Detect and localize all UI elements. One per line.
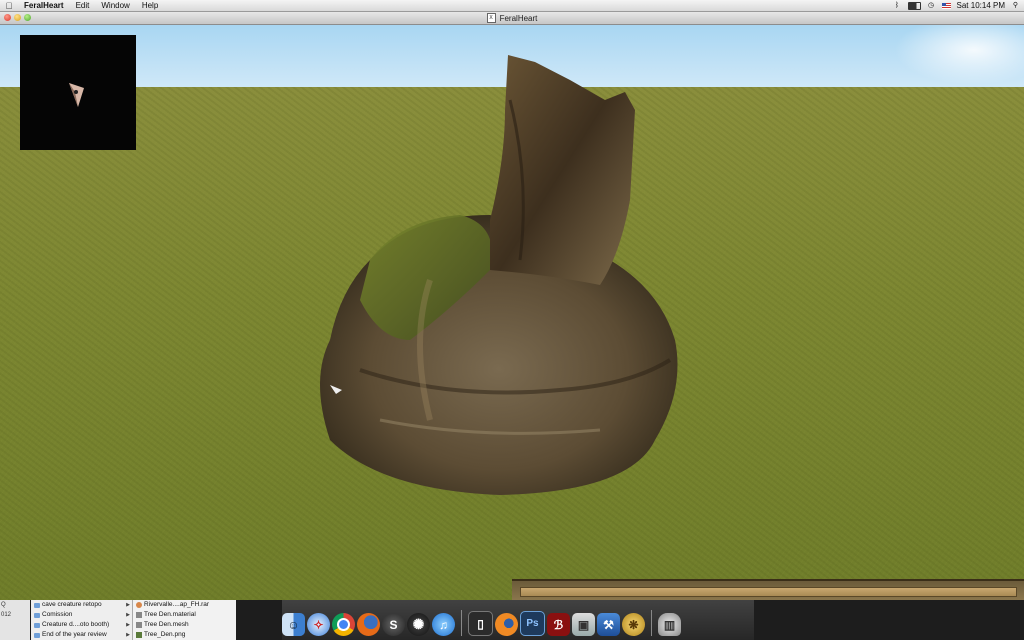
list-item[interactable]: Creature d....oto booth) ▶ (31, 620, 132, 630)
list-item[interactable]: Q (0, 600, 30, 610)
folder-icon (34, 612, 40, 618)
minimap[interactable] (20, 35, 136, 150)
flag-icon[interactable] (941, 2, 951, 9)
skype-icon[interactable]: S (382, 613, 405, 636)
dock: ☺ ✧ S ✺ ♫ ▯ Ps ℬ ▣ ⚒ ❋ ▥ (282, 600, 754, 640)
cloud (894, 25, 1024, 85)
window-title: FeralHeart (499, 13, 538, 23)
image-file-icon (136, 632, 142, 638)
clock[interactable]: Sat 10:14 PM (957, 1, 1005, 10)
safari-icon[interactable]: ✧ (307, 613, 330, 636)
close-button[interactable] (4, 14, 11, 21)
list-item[interactable]: Rivervalle....ap_FH.rar (133, 600, 236, 610)
list-item[interactable] (0, 630, 30, 640)
firefox-icon[interactable] (357, 613, 380, 636)
minimize-button[interactable] (14, 14, 21, 21)
finder-column-2: cave creature retopo ▶ Comission ▶ Creatur… (31, 600, 133, 640)
pdf-icon[interactable]: ℬ (547, 613, 570, 636)
chat-bar[interactable] (512, 579, 1024, 600)
window-titlebar[interactable]: X FeralHeart (0, 12, 1024, 25)
list-item[interactable]: Tree Den.material (133, 610, 236, 620)
battery-icon[interactable] (907, 1, 921, 10)
preview-icon[interactable]: ▣ (572, 613, 595, 636)
blender-icon[interactable] (495, 613, 518, 636)
finder-icon[interactable]: ☺ (282, 613, 305, 636)
finder-column-1: Q 012 (0, 600, 30, 640)
list-item[interactable]: End of the year review ▶ (31, 630, 132, 640)
gold-app-icon[interactable]: ❋ (622, 613, 645, 636)
folder-icon (34, 602, 40, 608)
document-icon: X (486, 13, 496, 23)
tree-den-model[interactable] (300, 40, 690, 500)
itunes-icon[interactable]: ♫ (432, 613, 455, 636)
menu-item-app[interactable]: FeralHeart (18, 0, 70, 11)
apple-icon[interactable]:  (0, 1, 18, 11)
list-item[interactable]: Comission ▶ (31, 610, 132, 620)
photoshop-icon[interactable]: Ps (520, 611, 545, 636)
chat-input[interactable] (520, 587, 1017, 597)
archive-icon (136, 602, 142, 608)
zoom-button[interactable] (24, 14, 31, 21)
chrome-icon[interactable] (332, 613, 355, 636)
list-item[interactable]: 012 (0, 610, 30, 620)
trash-icon[interactable]: ▥ (658, 613, 681, 636)
finder-column-3: Rivervalle....ap_FH.rar Tree Den.materia… (133, 600, 236, 640)
aperture-icon[interactable]: ✺ (407, 613, 430, 636)
file-icon (136, 612, 142, 618)
player-marker-icon (69, 83, 84, 107)
dock-separator (461, 610, 462, 636)
spotlight-icon[interactable]: ⚲ (1011, 2, 1020, 10)
game-viewport[interactable] (0, 25, 1024, 600)
folder-icon (34, 632, 40, 638)
bluetooth-icon[interactable]: ᛒ (893, 2, 902, 10)
list-item[interactable]: Tree Den.mesh (133, 620, 236, 630)
terminal-icon[interactable]: ▯ (468, 611, 493, 636)
menu-item-window[interactable]: Window (95, 0, 135, 11)
xcode-icon[interactable]: ⚒ (597, 613, 620, 636)
window-title-area: X FeralHeart (0, 12, 1024, 24)
dock-separator (651, 610, 652, 636)
status-area: ᛒ ◷ Sat 10:14 PM ⚲ (893, 0, 1020, 11)
list-item[interactable]: cave creature retopo ▶ (31, 600, 132, 610)
menu-item-edit[interactable]: Edit (70, 0, 96, 11)
file-icon (136, 622, 142, 628)
list-item[interactable]: Tree_Den.png (133, 630, 236, 640)
menu-bar:  FeralHeart Edit Window Help ᛒ ◷ Sat 10… (0, 0, 1024, 12)
menu-item-help[interactable]: Help (136, 0, 164, 11)
folder-icon (34, 622, 40, 628)
list-item[interactable] (0, 620, 30, 630)
time-machine-icon[interactable]: ◷ (927, 2, 936, 10)
